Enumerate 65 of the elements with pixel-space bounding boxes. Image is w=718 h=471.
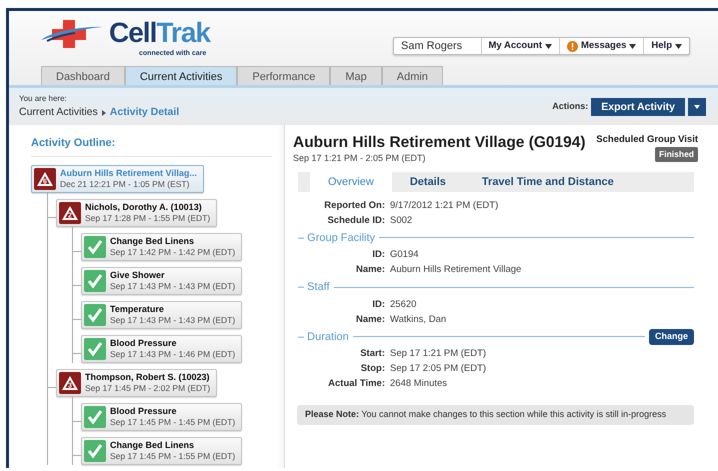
logo-text: CellTrak [109,17,210,49]
field-value: 9/17/2012 1:21 PM (EDT) [390,198,498,212]
breadcrumb-current: Activity Detail [110,104,180,120]
caret-icon [694,104,700,110]
field-label: Schedule ID: [326,214,385,228]
check-icon [84,304,106,326]
section-legend: – Duration [298,328,349,345]
check-icon [84,440,106,462]
field-value: Sep 17 2:05 PM (EDT) [390,362,486,376]
field-label: ID: [371,248,385,262]
detail-time: Sep 17 1:21 PM - 2:05 PM (EDT) [293,152,427,165]
outline-node[interactable]: Give Shower Sep 17 1:43 PM - 1:43 PM (EDT) [81,266,242,294]
field-value: Auburn Hills Retirement Village [390,263,522,277]
alert-icon [566,40,578,52]
outline-title: Activity Outline: [31,135,272,156]
caret-icon [629,44,636,48]
visit-type: Scheduled Group Visit [596,133,698,147]
menu-button[interactable]: Help [643,38,689,54]
check-icon [84,236,106,258]
field-value: G0194 [390,248,419,262]
detail-tab[interactable]: Details [392,172,464,192]
actions-label: Actions: [552,100,588,113]
user-name: Sam Rogers [400,38,464,54]
status-label: Finished [655,147,698,162]
field-label: Actual Time: [327,377,385,391]
field-value: 2648 Minutes [390,377,448,391]
outline-node[interactable]: Blood Pressure Sep 17 1:43 PM - 1:46 PM (EDT) [81,334,242,362]
field-label: Stop: [360,362,385,376]
section-legend: – Group Facility [298,230,376,246]
field-label: Start: [359,347,385,361]
outline-node[interactable]: Change Bed Linens Sep 17 1:45 PM - 1:55 PM (EDT) [81,436,242,464]
nav-tab[interactable]: Admin [382,66,443,85]
field-label: ID: [371,298,385,312]
caret-icon [544,44,552,48]
field-value: 25620 [390,298,416,312]
caret-icon [675,44,682,48]
menu-button[interactable]: Messages [558,38,644,54]
export-activity-button[interactable]: Export Activity [591,98,685,116]
note-message: Please Note: You cannot make changes to this section while this activity is still in-progress [297,405,694,424]
field-value: Watkins, Dan [390,312,446,326]
field-label: Reported On: [323,198,385,212]
change-button[interactable]: Change [648,329,694,344]
menu-button[interactable]: My Account [480,38,559,54]
detail-tab[interactable]: Travel Time and Distance [464,172,632,192]
outline-node[interactable]: Change Bed Linens Sep 17 1:42 PM - 1:42 PM (EDT) [81,232,242,260]
breadcrumb-link[interactable]: Current Activities [19,104,98,120]
check-icon [84,406,106,428]
field-label: Name: [354,263,385,277]
dropdown-button[interactable] [688,98,706,116]
nav-tab[interactable]: Map [330,66,382,85]
field-value: S002 [390,214,412,228]
field-label: Name: [354,312,385,326]
nav-tab[interactable]: Current Activities [124,66,238,85]
outline-node[interactable]: Blood Pressure Sep 17 1:45 PM - 1:45 PM (EDT) [81,402,242,430]
separator-icon [102,110,106,116]
check-icon [84,338,106,360]
field-value: Sep 17 1:21 PM (EDT) [390,347,486,361]
breadcrumb-label: You are here: [19,92,68,105]
nav-tab[interactable]: Dashboard [41,66,125,85]
section-legend: – Staff [298,279,330,296]
nav-tab[interactable]: Performance [237,66,330,85]
detail-tab[interactable]: Overview [310,172,392,192]
outline-node[interactable]: Temperature Sep 17 1:43 PM - 1:43 PM (EDT) [81,300,242,328]
check-icon [84,270,106,292]
detail-title: Auburn Hills Retirement Village (G0194) [293,133,586,152]
